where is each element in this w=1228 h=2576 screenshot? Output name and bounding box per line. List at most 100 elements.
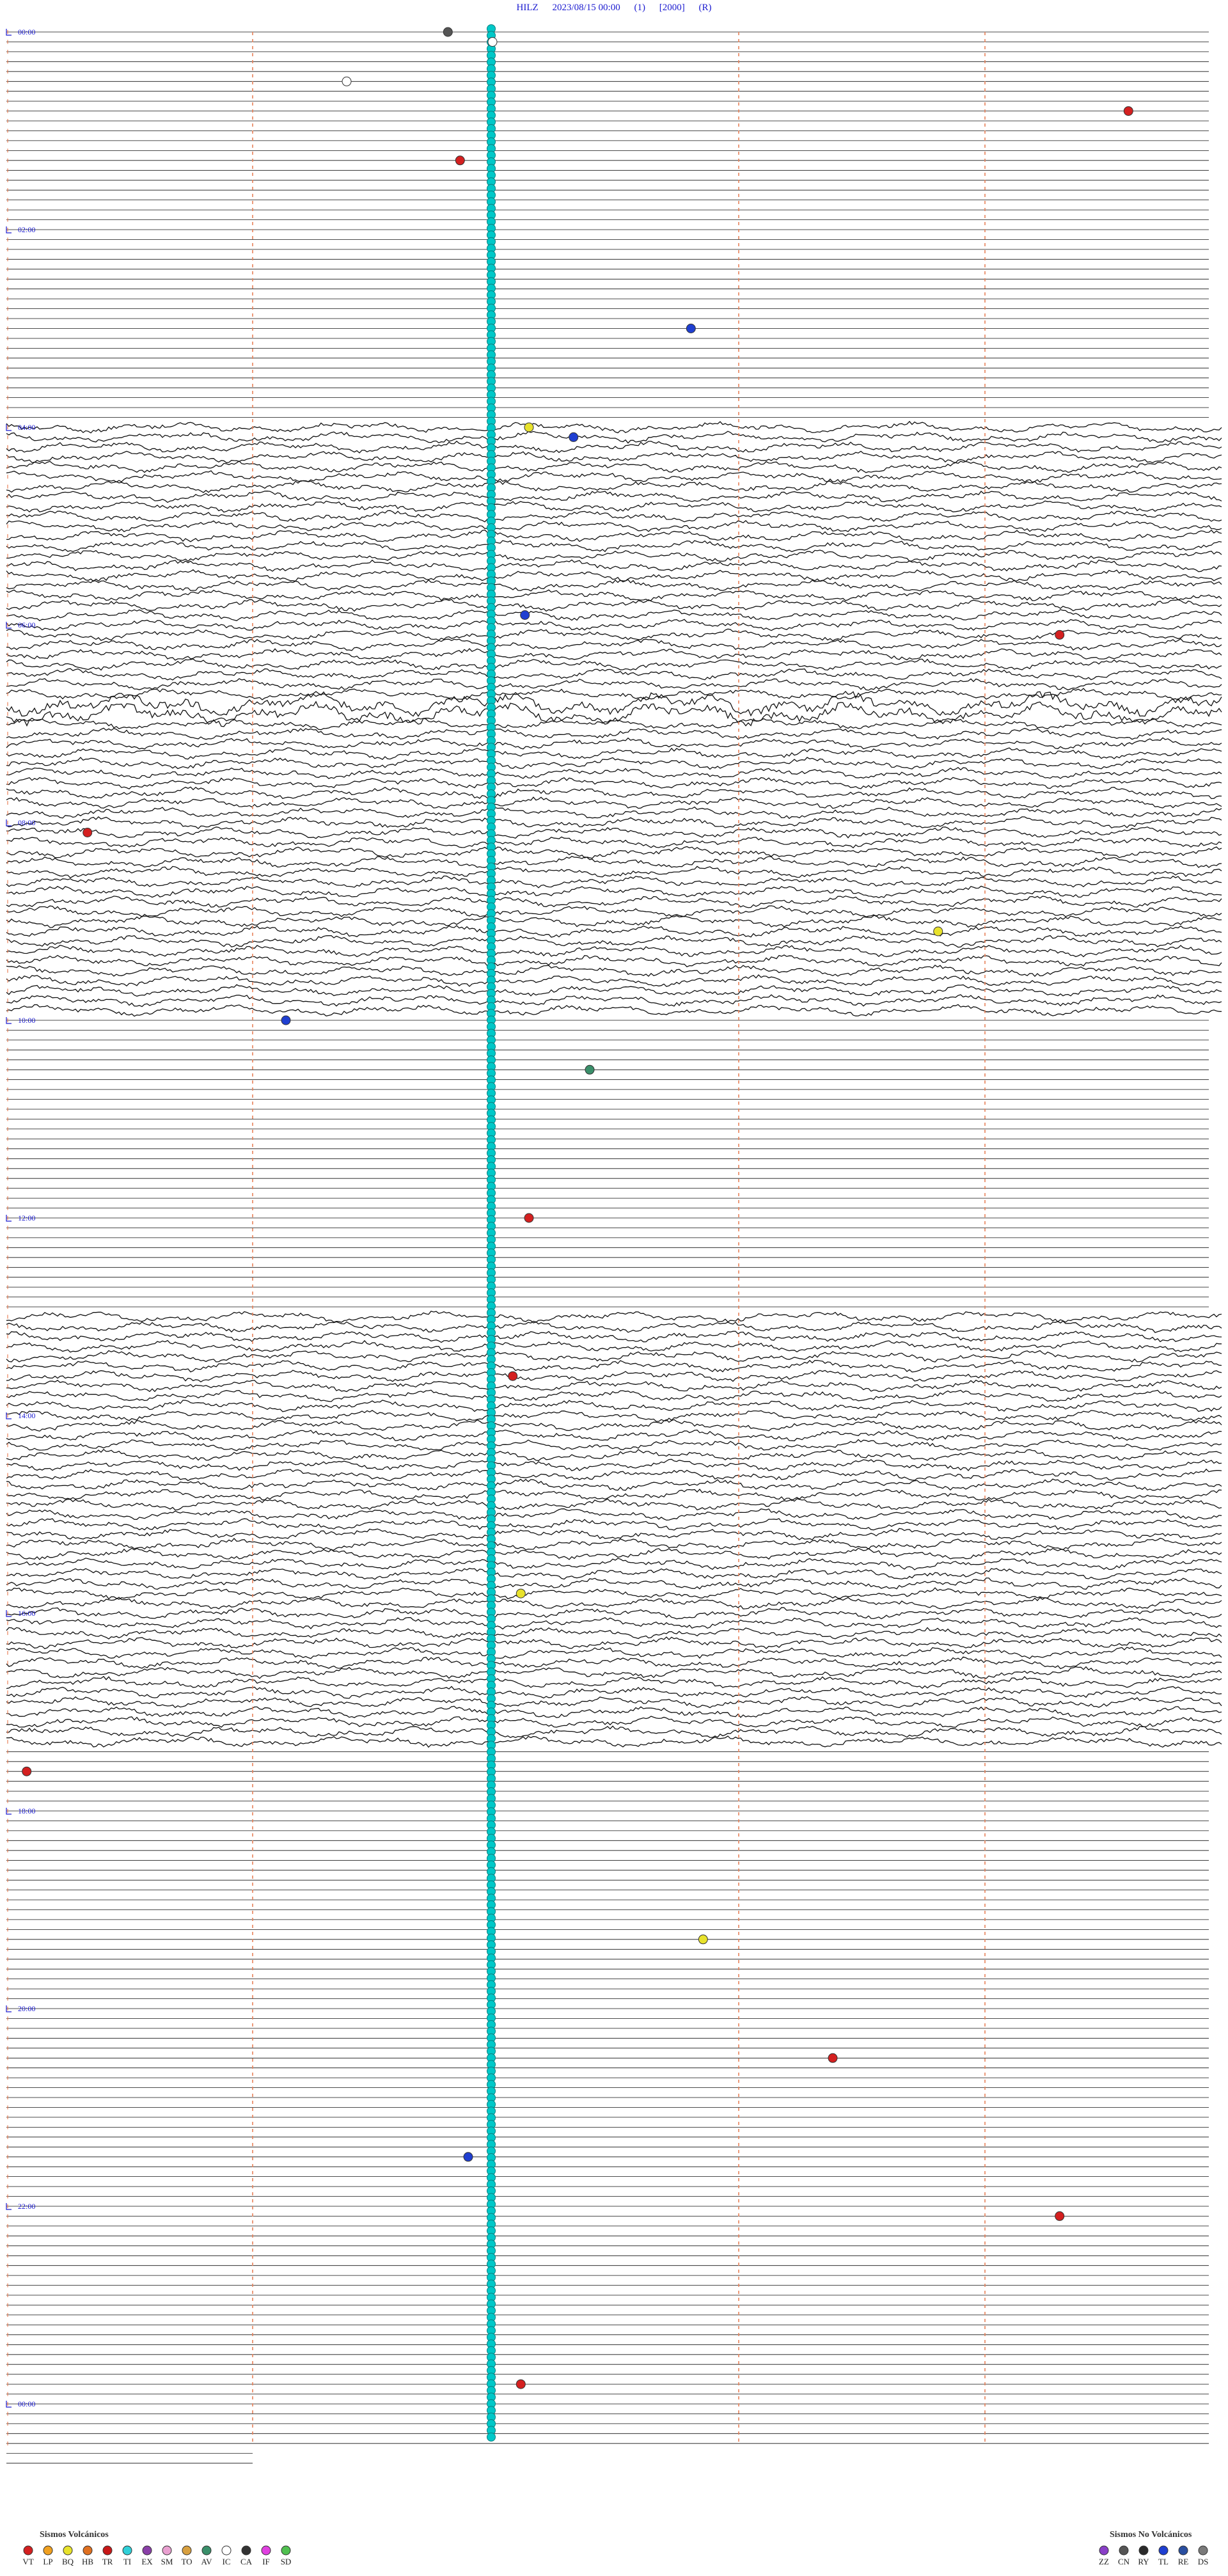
trace-line bbox=[6, 619, 1222, 631]
trace-line bbox=[6, 638, 1222, 651]
trace-line bbox=[6, 935, 1222, 948]
event-marker[interactable] bbox=[281, 1015, 291, 1025]
trace-line bbox=[6, 1607, 1222, 1620]
hour-label: 14:00 bbox=[18, 1411, 35, 1420]
legend-label: EX bbox=[141, 2557, 153, 2566]
trace-line bbox=[6, 1311, 1222, 1324]
trace-line bbox=[6, 549, 1222, 562]
legend-label: AV bbox=[201, 2557, 212, 2566]
event-marker[interactable] bbox=[516, 2379, 526, 2389]
trace-line bbox=[6, 737, 1222, 750]
trace-line bbox=[6, 796, 1222, 809]
trace-line bbox=[6, 994, 1222, 1007]
trace-line bbox=[6, 747, 1222, 761]
event-marker[interactable] bbox=[83, 828, 93, 837]
event-marker[interactable] bbox=[1123, 106, 1133, 116]
trace-line bbox=[6, 1419, 1222, 1432]
trace-line bbox=[6, 777, 1222, 789]
trace-line bbox=[6, 1339, 1222, 1353]
trace-line bbox=[6, 1379, 1222, 1393]
legend-swatch bbox=[201, 2545, 212, 2556]
legend-label: RY bbox=[1138, 2557, 1149, 2566]
trace-line bbox=[6, 1587, 1222, 1600]
legend-swatch bbox=[102, 2545, 113, 2556]
trace-line bbox=[6, 786, 1222, 800]
trace-line bbox=[6, 1004, 1222, 1017]
trace-line bbox=[6, 1320, 1222, 1333]
legend-label: SD bbox=[281, 2557, 292, 2566]
trace-group bbox=[6, 31, 1222, 2464]
hour-label: 20:00 bbox=[18, 2004, 35, 2013]
hour-label: 04:00 bbox=[18, 423, 35, 432]
trace-line bbox=[6, 1646, 1222, 1659]
event-marker[interactable] bbox=[1055, 629, 1065, 640]
event-marker[interactable] bbox=[516, 1588, 526, 1599]
trace-line bbox=[6, 875, 1222, 889]
event-marker[interactable] bbox=[22, 1766, 32, 1776]
trace-line bbox=[6, 1350, 1222, 1363]
trace-line bbox=[6, 1716, 1222, 1728]
legend-label: DS bbox=[1198, 2557, 1209, 2566]
event-marker[interactable] bbox=[342, 76, 352, 86]
legend-label: SM bbox=[161, 2557, 173, 2566]
event-marker[interactable] bbox=[828, 2053, 838, 2063]
legend-label: VT bbox=[22, 2557, 33, 2566]
hour-label: 00:00 bbox=[18, 28, 35, 36]
event-marker[interactable] bbox=[508, 1371, 518, 1381]
event-marker[interactable] bbox=[487, 37, 498, 47]
legend-label: HB bbox=[82, 2557, 93, 2566]
event-marker[interactable] bbox=[698, 1934, 708, 1945]
event-marker[interactable] bbox=[520, 610, 530, 620]
legend-label: CN bbox=[1118, 2557, 1130, 2566]
hour-label: 10:00 bbox=[18, 1016, 35, 1025]
trace-line bbox=[6, 500, 1222, 513]
legend-label: ZZ bbox=[1099, 2557, 1109, 2566]
volcanic-legend-title: Sismos Volcánicos bbox=[40, 2530, 109, 2540]
trace-line bbox=[6, 846, 1222, 859]
legend-swatch bbox=[142, 2545, 152, 2556]
trace-line bbox=[6, 579, 1222, 592]
hour-label: 18:00 bbox=[18, 1806, 35, 1815]
trace-line bbox=[6, 1449, 1222, 1462]
event-marker[interactable] bbox=[569, 432, 579, 442]
event-marker[interactable] bbox=[585, 1064, 595, 1075]
trace-line bbox=[6, 1468, 1222, 1482]
legend-swatch bbox=[182, 2545, 192, 2556]
trace-line bbox=[6, 440, 1222, 454]
trace-line bbox=[6, 480, 1222, 493]
trace-line bbox=[6, 520, 1222, 532]
event-marker[interactable] bbox=[686, 324, 696, 333]
hour-label: 22:00 bbox=[18, 2202, 35, 2211]
legend-group: VT LP BQ HB TR TI EX SM TO AV IC CA IF SD ZZ CN RY TL RE DS bbox=[22, 2545, 1209, 2566]
trace-line bbox=[6, 954, 1222, 968]
hour-label: 00:00 bbox=[18, 2399, 35, 2408]
hour-bracket bbox=[6, 622, 12, 629]
legend-swatch bbox=[261, 2545, 271, 2556]
hour-label: 12:00 bbox=[18, 1213, 35, 1222]
trace-line bbox=[6, 1547, 1222, 1560]
legend-label: TR bbox=[102, 2557, 113, 2566]
trace-line bbox=[6, 727, 1222, 740]
trace-line bbox=[6, 925, 1222, 938]
trace-line bbox=[6, 1725, 1222, 1739]
trace-line bbox=[6, 431, 1222, 444]
event-marker[interactable] bbox=[463, 2152, 473, 2162]
event-marker[interactable] bbox=[933, 926, 943, 936]
trace-line bbox=[6, 1537, 1222, 1551]
legend-swatch bbox=[1158, 2545, 1169, 2556]
event-marker[interactable] bbox=[443, 27, 453, 37]
trace-line bbox=[6, 648, 1222, 661]
legend-label: TI bbox=[123, 2557, 131, 2566]
event-marker[interactable] bbox=[524, 422, 534, 432]
event-marker[interactable] bbox=[455, 155, 465, 166]
hour-label: 08:00 bbox=[18, 818, 35, 827]
event-marker[interactable] bbox=[1055, 2211, 1065, 2221]
trace-line bbox=[6, 1518, 1222, 1531]
event-marker[interactable] bbox=[524, 1213, 534, 1223]
legend-swatch bbox=[83, 2545, 93, 2556]
trace-line bbox=[6, 1508, 1222, 1521]
legend-swatch bbox=[1119, 2545, 1129, 2556]
trace-line bbox=[6, 470, 1222, 484]
trace-line bbox=[6, 855, 1222, 868]
legend-swatch bbox=[63, 2545, 73, 2556]
